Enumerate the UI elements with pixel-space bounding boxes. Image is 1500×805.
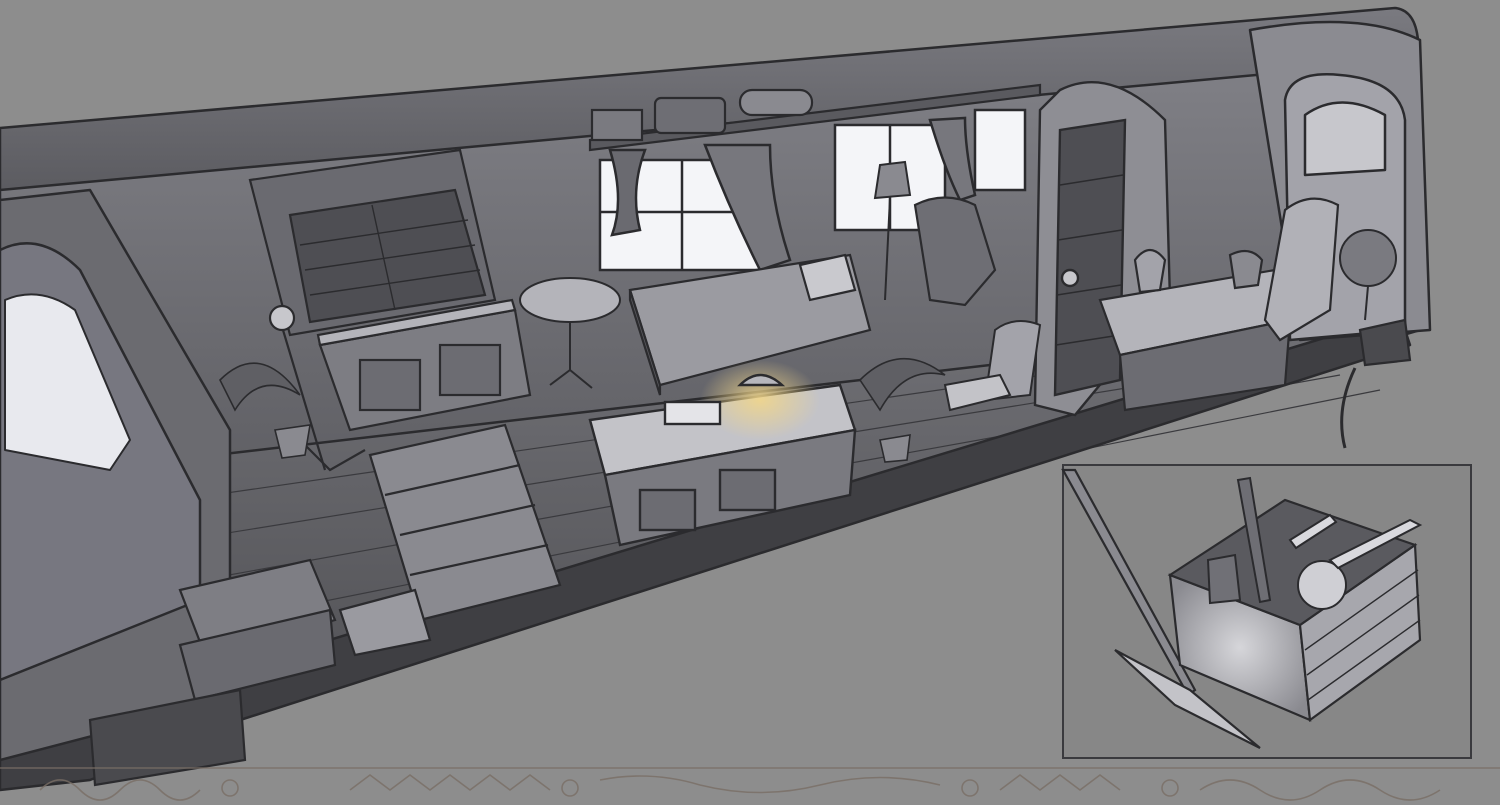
open-book bbox=[663, 400, 722, 426]
end-door-window bbox=[1303, 101, 1387, 177]
suitcase bbox=[653, 96, 727, 135]
skull-on-shelf bbox=[1060, 268, 1080, 288]
jar bbox=[1206, 553, 1242, 605]
urn bbox=[1228, 249, 1264, 290]
book-stack bbox=[590, 108, 644, 142]
vase bbox=[1133, 248, 1167, 294]
desk-lamp-glow bbox=[700, 360, 820, 440]
concept-art-scene bbox=[0, 0, 1500, 805]
bedroll bbox=[738, 88, 814, 117]
inset-panel bbox=[1061, 464, 1472, 759]
window-right bbox=[973, 108, 1027, 192]
